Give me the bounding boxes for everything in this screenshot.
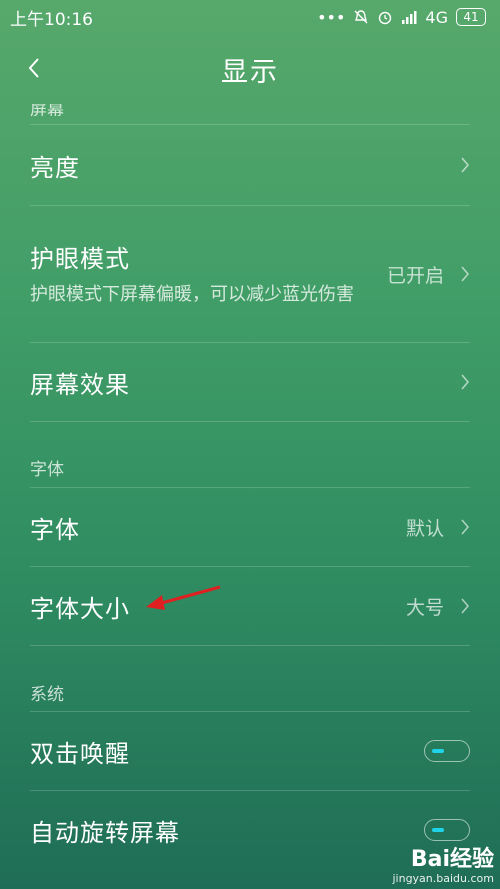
alarm-clock-icon bbox=[379, 11, 392, 25]
chevron-right-icon bbox=[461, 266, 470, 282]
back-button[interactable] bbox=[18, 52, 50, 84]
annotation-arrow-icon bbox=[146, 585, 221, 610]
auto-rotate-toggle[interactable] bbox=[424, 819, 470, 841]
row-value: 已开启 bbox=[386, 264, 444, 287]
row-font[interactable]: 字体 默认 bbox=[0, 488, 500, 566]
watermark: Bai经验 jingyan.baidu.com bbox=[392, 847, 494, 886]
chevron-right-icon bbox=[461, 598, 470, 614]
battery-level: 41 bbox=[463, 10, 479, 24]
status-bar: 上午10:16 ••• 4G 41 bbox=[0, 0, 500, 34]
chevron-left-icon bbox=[28, 58, 39, 78]
divider bbox=[30, 645, 470, 646]
battery-icon: 41 bbox=[456, 8, 486, 26]
row-font-size[interactable]: 字体大小 大号 bbox=[0, 567, 500, 645]
watermark-url: jingyan.baidu.com bbox=[392, 872, 494, 885]
watermark-brand: Bai经验 bbox=[410, 847, 494, 872]
chevron-right-icon bbox=[461, 374, 470, 390]
chevron-right-icon bbox=[461, 519, 470, 535]
network-type: 4G bbox=[425, 7, 448, 27]
row-label: 双击唤醒 bbox=[30, 739, 130, 768]
section-label-screen: 屏幕 bbox=[30, 104, 64, 116]
toggle-knob bbox=[432, 749, 444, 753]
row-value: 默认 bbox=[405, 517, 444, 540]
row-description: 护眼模式下屏幕偏暖，可以减少蓝光伤害 bbox=[30, 284, 354, 305]
row-label: 屏幕效果 bbox=[30, 370, 130, 399]
chevron-right-icon bbox=[461, 157, 470, 173]
row-double-tap-wake[interactable]: 双击唤醒 bbox=[0, 712, 500, 790]
double-tap-wake-toggle[interactable] bbox=[424, 740, 470, 762]
toggle-knob bbox=[432, 828, 444, 832]
row-label: 字体 bbox=[30, 515, 80, 544]
row-screen-effect[interactable]: 屏幕效果 bbox=[0, 343, 500, 421]
section-label-font: 字体 bbox=[30, 460, 64, 480]
more-dots-icon: ••• bbox=[317, 7, 346, 27]
row-label: 自动旋转屏幕 bbox=[30, 818, 180, 847]
row-label: 亮度 bbox=[30, 153, 80, 182]
divider bbox=[30, 421, 470, 422]
status-icons: ••• 4G 41 bbox=[317, 8, 486, 27]
page-title: 显示 bbox=[221, 56, 279, 88]
top-bar: 显示 bbox=[0, 34, 500, 104]
row-eye-care-mode[interactable]: 护眼模式 护眼模式下屏幕偏暖，可以减少蓝光伤害 已开启 bbox=[0, 206, 500, 342]
row-brightness[interactable]: 亮度 bbox=[0, 125, 500, 205]
status-time: 上午10:16 bbox=[10, 9, 93, 30]
mute-bell-icon bbox=[354, 10, 368, 24]
signal-icon bbox=[402, 11, 417, 24]
row-value: 大号 bbox=[405, 596, 444, 619]
section-label-system: 系统 bbox=[30, 685, 64, 705]
row-label: 护眼模式 bbox=[30, 245, 130, 273]
